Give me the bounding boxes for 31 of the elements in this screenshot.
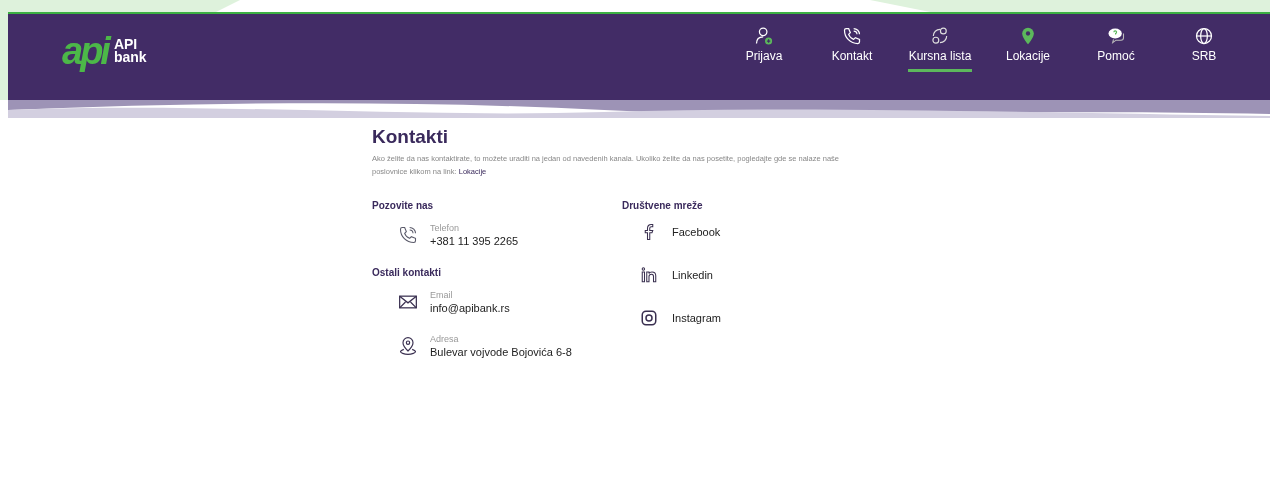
nav-item[interactable]: SRB (1160, 26, 1248, 72)
logo-mark[interactable]: api (62, 32, 108, 70)
chat-help-icon (1106, 26, 1126, 46)
social-link[interactable]: Facebook (672, 226, 721, 238)
nav-item[interactable]: Kursna lista (908, 26, 972, 72)
instagram-icon (640, 309, 658, 327)
nav-item[interactable]: Prijava (720, 26, 808, 72)
linkedin-icon (640, 266, 658, 284)
currency-exchange-icon (930, 26, 950, 46)
nav-item[interactable]: Kontakt (808, 26, 896, 72)
phone-icon (398, 225, 418, 245)
nav-item[interactable]: Lokacije (984, 26, 1072, 72)
phone-icon (842, 26, 862, 46)
user-add-icon (754, 26, 774, 46)
page-title: Kontakti (372, 126, 449, 148)
nav-item[interactable]: Pomoć (1072, 26, 1160, 72)
contact-value: Bulevar vojvode Bojovića 6-8 (430, 346, 572, 358)
contact-value: info@apibank.rs (430, 302, 510, 314)
location-pin-icon (398, 336, 418, 356)
section-heading: Pozovite nas (372, 200, 435, 211)
social-link[interactable]: Linkedin (672, 269, 713, 281)
globe-icon (1194, 26, 1214, 46)
contact-label: Telefon (430, 223, 461, 233)
social-link[interactable]: Instagram (672, 312, 721, 324)
contact-label: Adresa (430, 334, 460, 344)
logo-text: bank (113, 51, 147, 64)
logo-text: API (113, 38, 138, 51)
contact-value: +381 11 395 2265 (430, 235, 519, 247)
section-heading: Ostali kontakti (372, 267, 442, 278)
contact-label: Email (430, 290, 454, 300)
section-heading: Društvene mreže (622, 200, 704, 211)
